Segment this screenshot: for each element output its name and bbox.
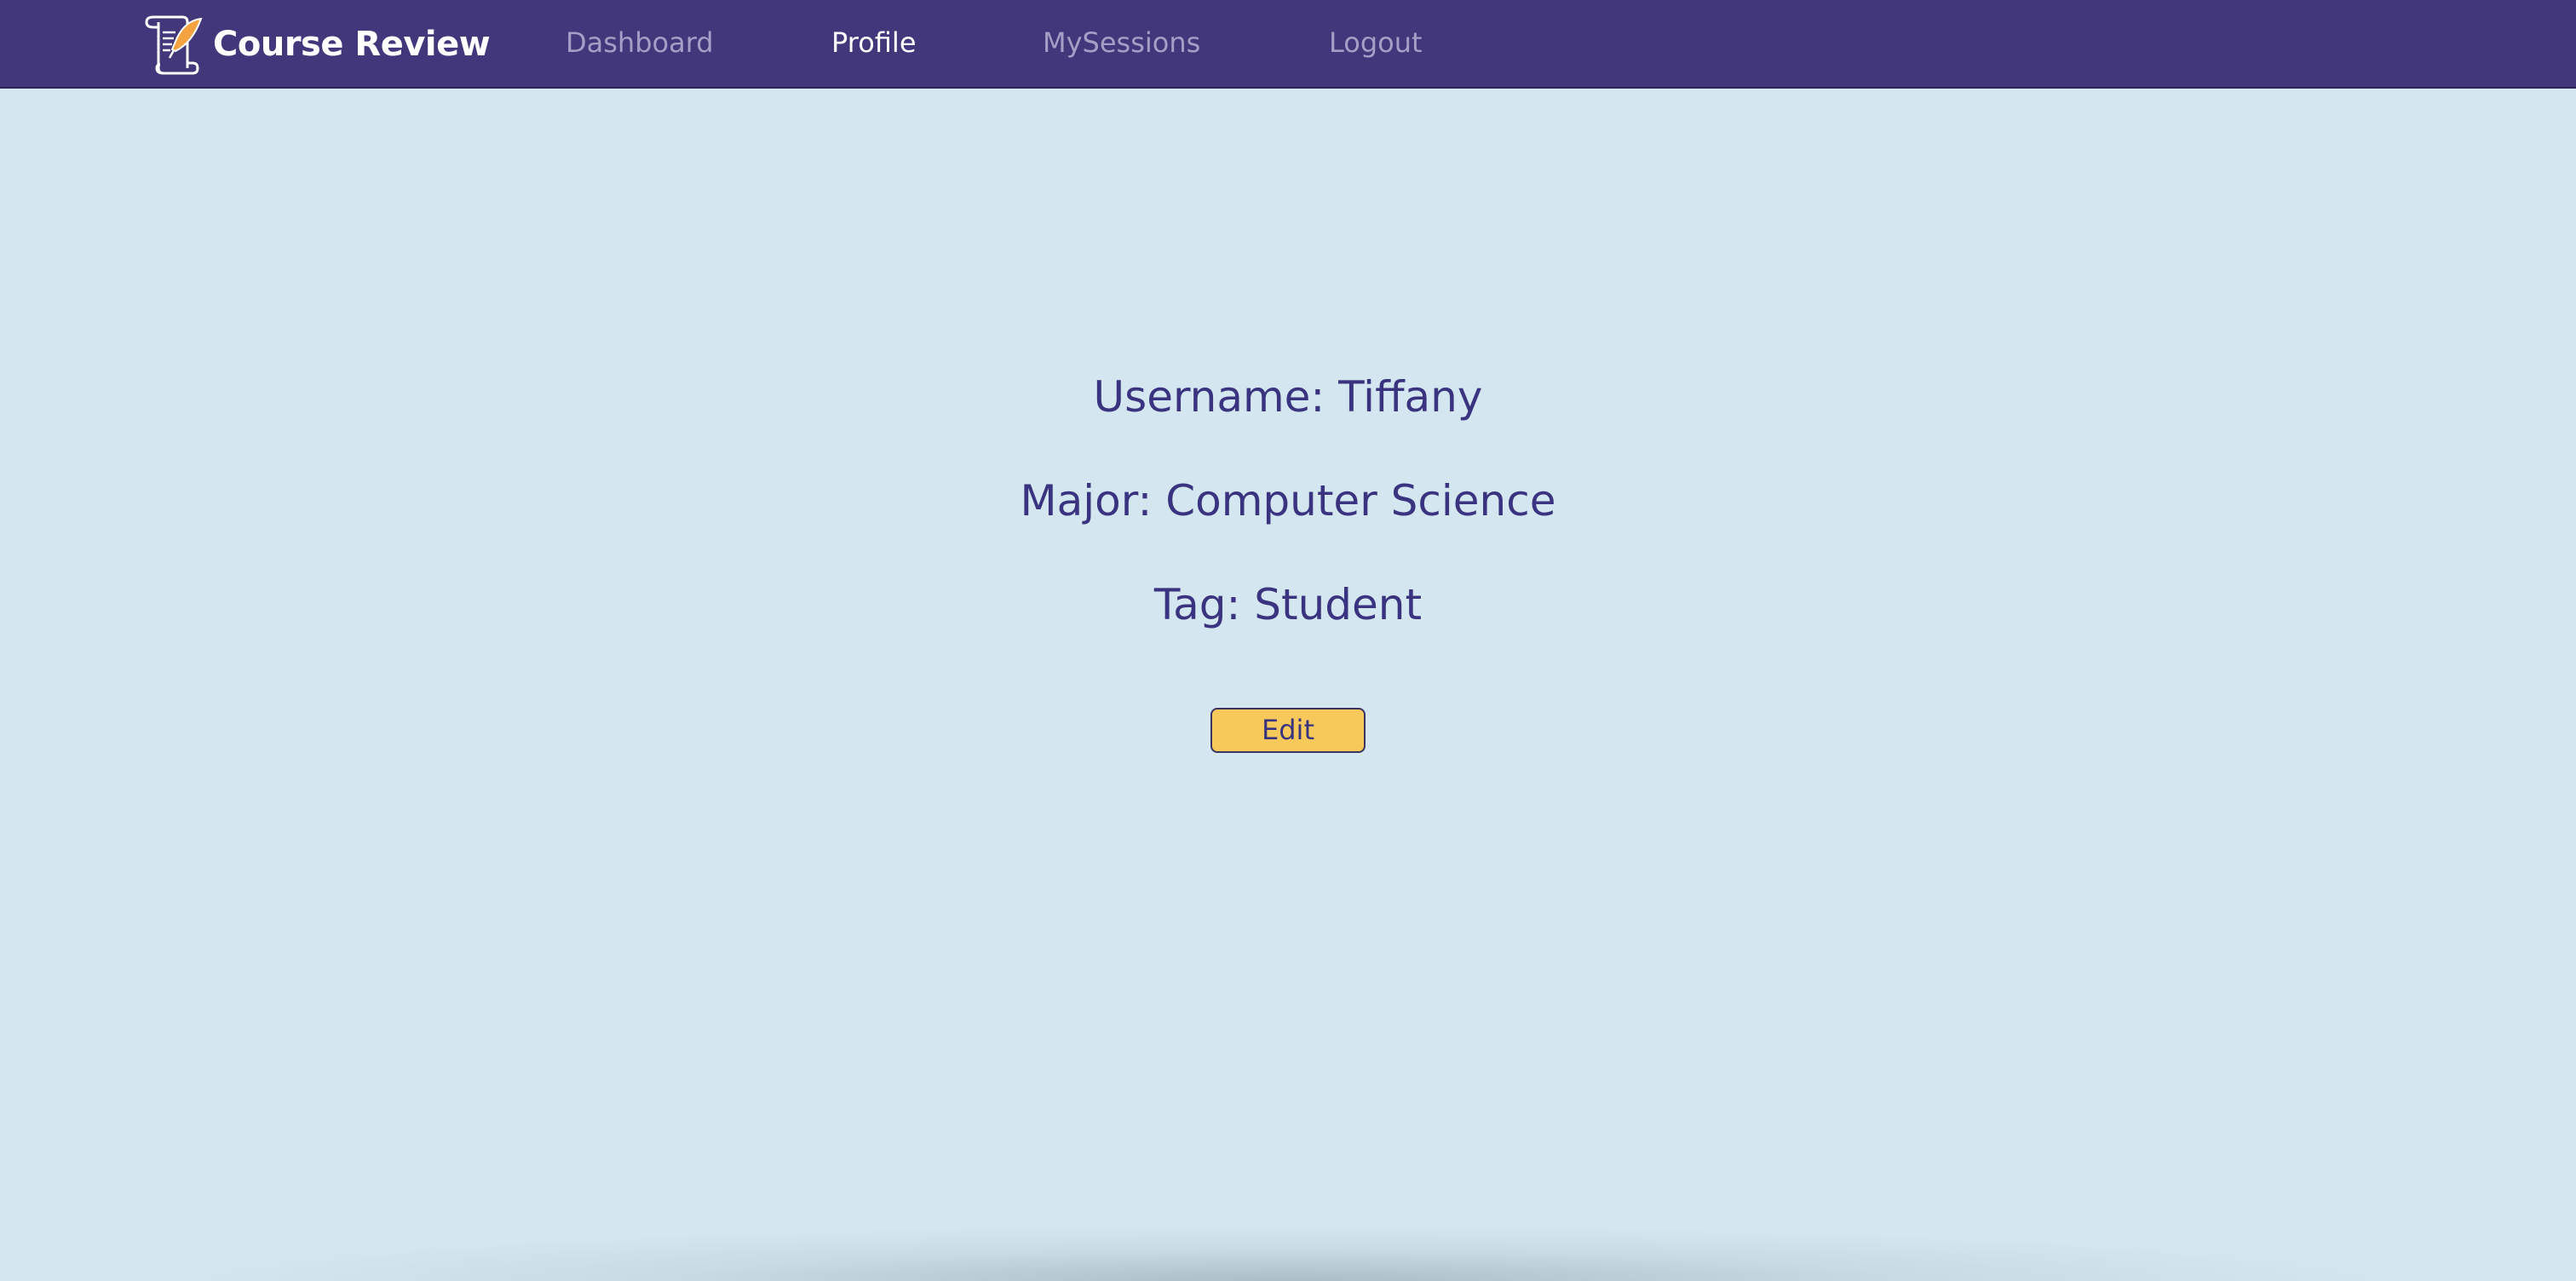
profile-tag: Tag: Student xyxy=(1153,580,1423,629)
edit-button[interactable]: Edit xyxy=(1210,708,1366,753)
nav-logout[interactable]: Logout xyxy=(1329,20,1423,65)
brand[interactable]: Course Review xyxy=(141,12,491,77)
top-navbar: Course Review Dashboard Profile MySessio… xyxy=(0,0,2576,89)
profile-username: Username: Tiffany xyxy=(1093,372,1483,422)
scroll-quill-icon xyxy=(145,15,203,75)
profile-major: Major: Computer Science xyxy=(1020,476,1556,526)
nav-dashboard[interactable]: Dashboard xyxy=(566,20,714,65)
bottom-shadow xyxy=(196,1226,2377,1281)
brand-title: Course Review xyxy=(213,25,491,64)
nav-mysessions[interactable]: MySessions xyxy=(1043,20,1200,65)
nav-profile[interactable]: Profile xyxy=(831,20,917,65)
